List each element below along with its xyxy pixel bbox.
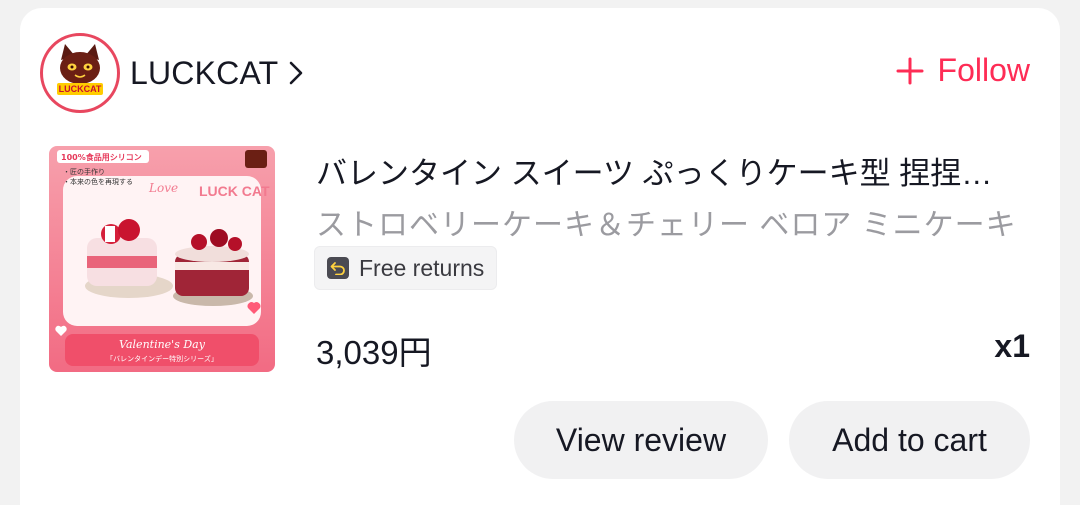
luckcat-logo-icon: LUCKCAT	[57, 44, 103, 95]
logo-text: LUCKCAT	[59, 84, 102, 94]
order-item-card: LUCKCAT LUCKCAT Follow 100%食品用シリコン ・匠の手作	[20, 8, 1060, 505]
view-review-label: View review	[555, 421, 727, 458]
product-title[interactable]: バレンタイン スイーツ ぷっくりケーキ型 捏捏…	[316, 148, 1016, 193]
follow-label: Follow	[937, 52, 1030, 88]
product-image[interactable]: 100%食品用シリコン ・匠の手作り ・本来の色を再現する Love LUCK …	[49, 146, 275, 372]
chevron-right-icon[interactable]	[288, 60, 304, 86]
image-banner-subtitle: 「バレンタインデー特別シリーズ」	[106, 354, 218, 363]
shop-avatar[interactable]: LUCKCAT	[40, 33, 120, 113]
image-tag-top: 100%食品用シリコン	[61, 152, 142, 162]
free-returns-badge: Free returns	[314, 246, 498, 290]
add-to-cart-button[interactable]: Add to cart	[789, 401, 1030, 479]
product-quantity: x1	[994, 328, 1030, 364]
plus-icon	[896, 57, 924, 85]
shop-header[interactable]: LUCKCAT LUCKCAT	[40, 30, 304, 116]
free-returns-label: Free returns	[359, 254, 485, 281]
product-variant: ストロベリーケーキ＆チェリー ベロア ミニケーキ	[316, 209, 1017, 242]
image-brand-text: LUCK CAT	[199, 183, 270, 199]
return-arrow-icon	[327, 257, 349, 279]
view-review-button[interactable]: View review	[514, 401, 768, 479]
image-note-2: ・本来の色を再現する	[63, 177, 133, 186]
follow-button[interactable]: Follow	[896, 52, 1030, 89]
image-banner-title: Valentine's Day	[119, 338, 206, 351]
product-price: 3,039円	[316, 334, 432, 371]
image-love-text: Love	[148, 181, 178, 195]
shop-name[interactable]: LUCKCAT	[130, 55, 278, 92]
image-note-1: ・匠の手作り	[63, 167, 105, 176]
add-to-cart-label: Add to cart	[832, 421, 987, 458]
